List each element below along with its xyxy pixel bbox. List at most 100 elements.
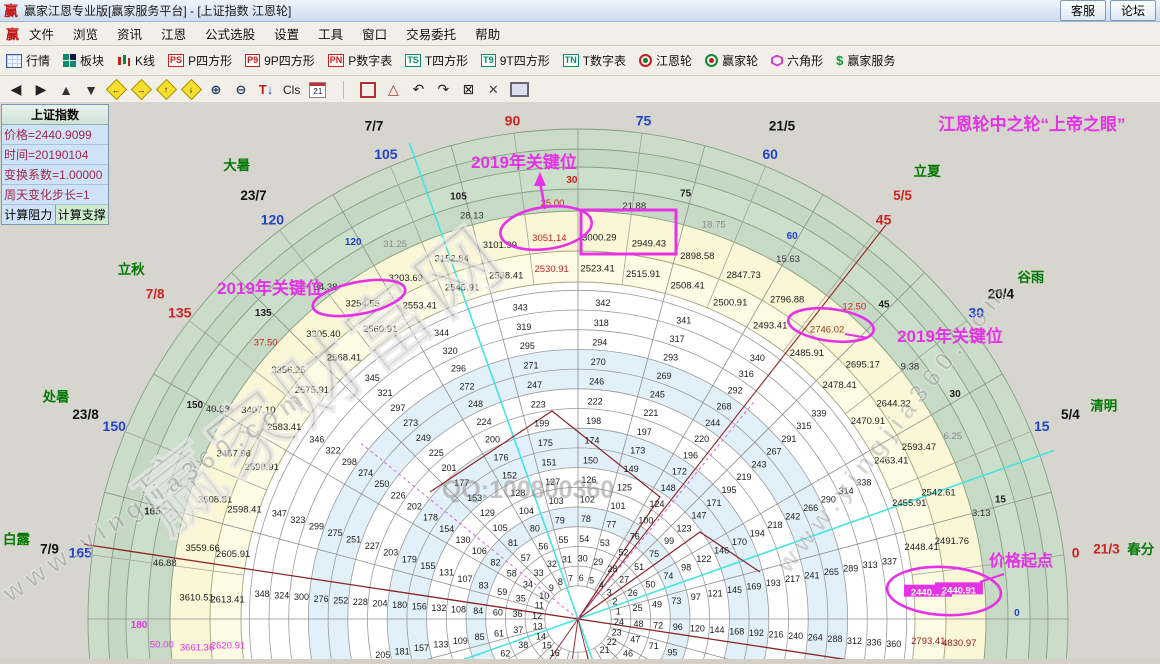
price-inner-cell: 2620.91 [211, 640, 245, 651]
tool-赢家轮[interactable]: 赢家轮 [705, 52, 758, 69]
display-icon[interactable] [510, 82, 529, 97]
panel-step: 周天变化步长=1 [2, 185, 108, 205]
t-updown-icon[interactable]: T↓ [258, 82, 274, 97]
tool-赢家服务[interactable]: $赢家服务 [836, 52, 895, 69]
degree15-cell: 60 [787, 231, 799, 242]
rotate-ccw-icon[interactable]: ↶ [410, 81, 426, 98]
cls-button[interactable]: Cls [283, 83, 300, 97]
integer-cell: 6 [579, 573, 584, 583]
price-inner-cell: 2455.91 [892, 498, 926, 509]
tool-label: 板块 [80, 52, 104, 69]
forum-button[interactable]: 论坛 [1110, 0, 1156, 21]
outer-degree-label: 75 [636, 112, 652, 128]
tool-板块[interactable]: 板块 [63, 52, 104, 69]
integer-cell: 10 [539, 591, 549, 601]
nav-up-icon[interactable]: ▲ [58, 82, 74, 98]
integer-cell: 32 [547, 559, 557, 569]
tool-9T四方形[interactable]: T99T四方形 [481, 52, 550, 69]
menu-item-4[interactable]: 公式选股 [205, 24, 255, 43]
tool-9P四方形[interactable]: P99P四方形 [245, 52, 315, 69]
integer-cell: 320 [443, 346, 458, 356]
integer-cell: 146 [714, 545, 729, 555]
menu-item-0[interactable]: 文件 [29, 24, 54, 43]
tool-T数字表[interactable]: TNT数字表 [563, 52, 626, 69]
date-label: 7/7 [365, 119, 384, 134]
triangle-tool-icon[interactable]: △ [385, 81, 401, 98]
diamond-left-icon[interactable]: ← [108, 82, 124, 97]
calc-resistance-button[interactable]: 计算阻力 [2, 205, 56, 224]
integer-cell: 276 [314, 594, 329, 604]
integer-cell: 241 [804, 571, 819, 581]
integer-cell: 125 [617, 483, 632, 493]
menu-item-9[interactable]: 帮助 [475, 24, 500, 43]
integer-cell: 8 [558, 577, 563, 587]
price-outer-cell: 2949.43 [632, 239, 666, 250]
menu-item-1[interactable]: 浏览 [73, 24, 98, 43]
nav-right-icon[interactable]: ▶ [33, 81, 49, 98]
delete-box-icon[interactable]: ⊠ [460, 81, 476, 98]
key-level-annotation-top: 2019年关键位 [471, 152, 577, 172]
integer-cell: 289 [843, 563, 858, 573]
integer-cell: 54 [579, 534, 589, 544]
integer-cell: 292 [728, 385, 743, 395]
price-inner-cell: 2478.41 [822, 380, 856, 391]
integer-cell: 268 [716, 402, 731, 412]
tool-K线[interactable]: K线 [117, 52, 155, 69]
menu-item-3[interactable]: 江恩 [161, 24, 186, 43]
integer-cell: 178 [423, 513, 438, 523]
integer-cell: 240 [788, 631, 803, 641]
season-label: 大暑 [223, 157, 250, 173]
diamond-down-icon[interactable]: ↓ [183, 82, 199, 97]
customer-service-button[interactable]: 客服 [1060, 0, 1106, 21]
nav-down-icon[interactable]: ▼ [83, 82, 99, 98]
integer-cell: 170 [732, 537, 747, 547]
nav-left-icon[interactable]: ◀ [8, 81, 24, 98]
fit-icon[interactable]: ✕ [485, 82, 501, 98]
kline-icon [117, 54, 131, 68]
integer-cell: 149 [624, 464, 639, 474]
square-tool-icon[interactable] [360, 82, 376, 98]
rotate-cw-icon[interactable]: ↷ [435, 81, 451, 98]
menu-item-7[interactable]: 窗口 [362, 24, 387, 43]
diamond-right-icon[interactable]: → [133, 82, 149, 97]
outer-degree-label: 90 [505, 112, 521, 128]
integer-cell: 348 [255, 589, 270, 599]
integer-cell: 297 [390, 403, 405, 413]
wheel-title-annotation: 江恩轮中之轮“上帝之眼” [939, 114, 1126, 134]
integer-cell: 107 [458, 574, 473, 584]
integer-cell: 83 [479, 581, 489, 591]
integer-cell: 22 [607, 637, 617, 647]
zoom-out-icon[interactable]: ⊖ [233, 82, 249, 98]
integer-cell: 193 [766, 578, 781, 588]
tool-P数字表[interactable]: PNP数字表 [328, 52, 393, 69]
integer-cell: 96 [673, 622, 683, 632]
integer-cell: 155 [420, 561, 435, 571]
integer-cell: 30 [578, 553, 588, 563]
zoom-in-icon[interactable]: ⊕ [208, 82, 224, 98]
menu-item-5[interactable]: 设置 [274, 24, 299, 43]
tool-行情[interactable]: 行情 [6, 52, 50, 69]
menu-item-6[interactable]: 工具 [318, 24, 343, 43]
degree15-cell: 105 [450, 192, 467, 203]
outer-degree-label: 0 [1072, 544, 1080, 560]
integer-cell: 269 [657, 371, 672, 381]
integer-cell: 49 [652, 599, 662, 609]
integer-cell: 109 [453, 636, 468, 646]
diamond-up-icon[interactable]: ↑ [158, 82, 174, 97]
integer-cell: 223 [531, 399, 546, 409]
integer-cell: 4 [599, 580, 604, 590]
gann-wheel-svg[interactable]: 1234567891011121314151621222324252627282… [0, 102, 1160, 659]
integer-cell: 171 [707, 498, 722, 508]
calc-support-button[interactable]: 计算支撑 [56, 205, 109, 224]
integer-cell: 57 [521, 553, 531, 563]
calendar-icon[interactable]: 21 [309, 82, 326, 98]
menu-item-2[interactable]: 资讯 [117, 24, 142, 43]
tool-六角形[interactable]: 六角形 [771, 52, 823, 69]
date-label: 5/4 [1061, 407, 1080, 422]
tool-P四方形[interactable]: PSP四方形 [168, 52, 232, 69]
tool-江恩轮[interactable]: 江恩轮 [639, 52, 692, 69]
menu-item-8[interactable]: 交易委托 [406, 24, 456, 43]
price-outer-cell: 2695.17 [846, 359, 880, 370]
tool-T四方形[interactable]: TST四方形 [405, 52, 468, 69]
badge-tn-icon: TN [563, 54, 579, 67]
